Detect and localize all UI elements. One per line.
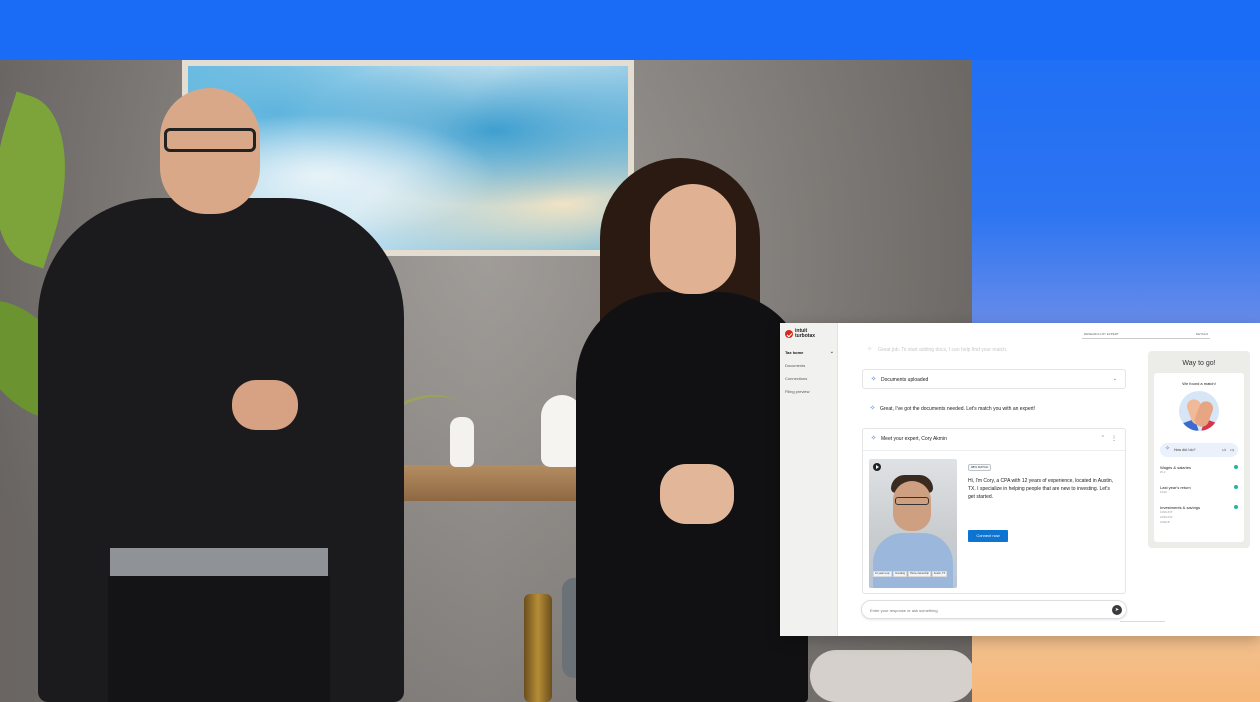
expert-tags: 12 years exp. Investing Home ownership A… xyxy=(873,571,953,577)
expert-tag: Austin, TX xyxy=(931,571,948,577)
expert-tag: Home ownership xyxy=(908,571,931,577)
send-arrow-icon[interactable]: ➤ xyxy=(1112,605,1122,615)
progress-item-last-year: Last year's return 1040 xyxy=(1160,485,1238,495)
progress-item-sub: 1040 xyxy=(1160,490,1167,494)
progress-card: We found a match! ✧ How did I do? 👍︎ 👎︎ … xyxy=(1154,373,1244,542)
small-vase xyxy=(450,417,474,467)
presenter-man-hand xyxy=(232,380,298,430)
presenter-woman-head xyxy=(650,184,736,294)
expert-shirt xyxy=(873,533,953,588)
feedback-pill: ✧ How did I do? 👍︎ 👎︎ xyxy=(1160,443,1238,457)
topbar-divider xyxy=(1082,338,1210,339)
expert-match-card: ✧ Meet your expert, Cory Akmin ⌃ ⋮ 12 ye… xyxy=(862,428,1126,594)
more-options-icon[interactable]: ⋮ xyxy=(1111,435,1117,442)
match-badge: 98% MATCH xyxy=(968,464,992,471)
chevron-up-icon[interactable]: ⌃ xyxy=(1101,435,1105,441)
sidebar: intuit turbotax Tax home ⌄ Documents Con… xyxy=(780,323,838,636)
complete-dot-icon xyxy=(1234,485,1238,489)
card-divider xyxy=(863,450,1125,451)
expert-tag: 12 years exp. xyxy=(873,571,893,577)
message-text: Great, I've got the documents needed. Le… xyxy=(880,405,1036,412)
progress-item-sub: W-2 xyxy=(1160,470,1166,474)
match-found-title: We found a match! xyxy=(1182,381,1216,386)
card-title: Meet your expert, Cory Akmin xyxy=(881,435,947,442)
sparkle-icon: ✧ xyxy=(870,435,877,442)
high-five-illustration xyxy=(1179,391,1219,431)
expert-face xyxy=(893,481,931,531)
chat-input[interactable]: Enter your response or ask something ➤ xyxy=(861,600,1127,619)
complete-dot-icon xyxy=(1234,505,1238,509)
progress-title: Way to go! xyxy=(1182,360,1216,367)
sidebar-item-tax-home[interactable]: Tax home ⌄ xyxy=(780,346,838,359)
presenter-man-pants xyxy=(108,576,330,702)
sidebar-item-label: Connections xyxy=(785,376,808,381)
expert-glasses xyxy=(895,497,929,505)
card-title: Documents uploaded xyxy=(881,376,929,383)
thumbs-down-icon[interactable]: 👎︎ xyxy=(1230,443,1234,457)
expert-intro-video[interactable]: 12 years exp. Investing Home ownership A… xyxy=(869,459,957,588)
sidebar-item-label: Documents xyxy=(785,363,806,368)
turbotax-app-window: intuit turbotax Tax home ⌄ Documents Con… xyxy=(780,323,1260,636)
divider xyxy=(1120,621,1165,622)
chevron-down-icon: ⌄ xyxy=(829,349,834,355)
top-blue-band xyxy=(0,0,1260,60)
candle-holder xyxy=(524,594,552,702)
expert-bio: Hi, I'm Cory, a CPA with 12 years of exp… xyxy=(968,478,1114,500)
topbar-details-link[interactable]: DETAILS xyxy=(1196,332,1208,336)
sidebar-item-documents[interactable]: Documents xyxy=(780,359,838,372)
assistant-message: ✧ Great, I've got the documents needed. … xyxy=(869,405,1036,412)
topbar-research-link[interactable]: RESEARCH MY EXPERT xyxy=(1084,332,1119,336)
presenter-woman-hands xyxy=(660,464,734,524)
expert-tag: Investing xyxy=(893,571,908,577)
message-text: Great job. To start adding docs, I can h… xyxy=(878,346,1008,353)
turbotax-logo[interactable]: intuit turbotax xyxy=(785,329,815,339)
progress-item-investments: Investments & savings 1099-INT 1099-DIV … xyxy=(1160,505,1238,525)
documents-uploaded-card[interactable]: ✧ Documents uploaded ⌄ xyxy=(862,369,1126,389)
complete-dot-icon xyxy=(1234,465,1238,469)
logo-line-turbotax: turbotax xyxy=(795,333,815,339)
sparkle-icon: ✧ xyxy=(870,376,877,383)
presenter-man-shirt xyxy=(110,548,328,578)
checkmark-logo-icon xyxy=(785,330,793,338)
sidebar-item-label: Tax home xyxy=(785,350,804,355)
sidebar-nav: Tax home ⌄ Documents Connections Filing … xyxy=(780,346,838,398)
presenter-man-glasses xyxy=(164,128,256,152)
sparkle-icon: ✧ xyxy=(869,405,876,412)
sparkle-icon: ✧ xyxy=(866,346,873,353)
logo-text: intuit turbotax xyxy=(795,329,815,339)
progress-item-wages: Wages & salaries W-2 xyxy=(1160,465,1238,475)
sparkle-icon: ✧ xyxy=(1164,446,1171,452)
chevron-down-icon[interactable]: ⌄ xyxy=(1113,376,1117,382)
chat-input-placeholder: Enter your response or ask something xyxy=(870,608,938,613)
sidebar-item-label: Filing preview xyxy=(785,389,810,394)
progress-item-sub: 1099-B xyxy=(1160,520,1170,524)
assistant-message-faded: ✧ Great job. To start adding docs, I can… xyxy=(866,346,1008,353)
sidebar-item-connections[interactable]: Connections xyxy=(780,372,838,385)
connect-now-button[interactable]: Connect now xyxy=(968,530,1008,542)
progress-panel: Way to go! We found a match! ✧ How did I… xyxy=(1148,351,1250,548)
thumbs-up-icon[interactable]: 👍︎ xyxy=(1222,443,1226,457)
sidebar-item-filing-preview[interactable]: Filing preview xyxy=(780,385,838,398)
feedback-label: How did I do? xyxy=(1174,448,1196,452)
play-icon[interactable] xyxy=(873,463,881,471)
floor-cushion xyxy=(810,650,972,702)
